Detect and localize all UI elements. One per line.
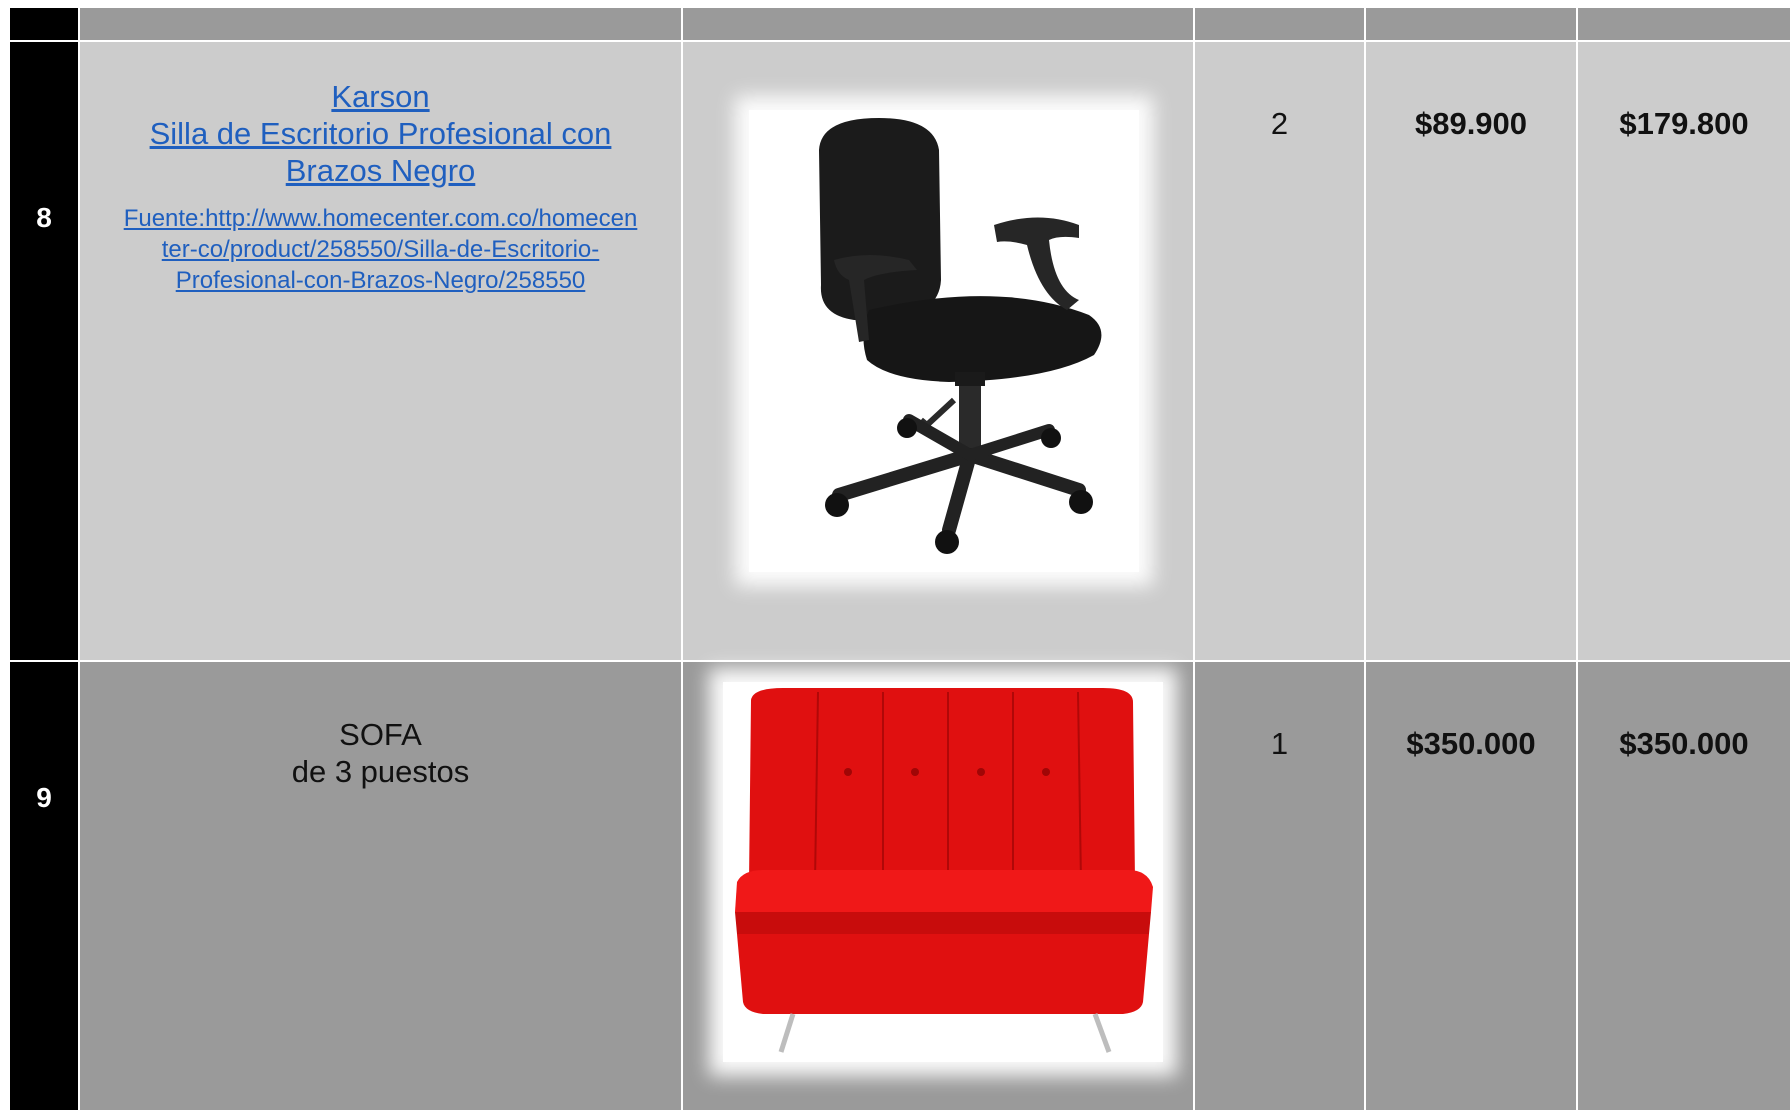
- source-link-line-3[interactable]: Profesional-con-Brazos-Negro/258550: [88, 265, 673, 296]
- sofa-image: [723, 682, 1163, 1062]
- total-value: $179.800: [1619, 106, 1749, 141]
- product-title-link-line-3[interactable]: Brazos Negro: [88, 152, 673, 189]
- description-cell: SOFA de 3 puestos: [80, 662, 681, 1110]
- quantity-value: 1: [1270, 726, 1289, 761]
- image-cell: [683, 42, 1193, 660]
- description-cell: Karson Silla de Escritorio Profesional c…: [80, 42, 681, 660]
- unit-price-cell: $350.000: [1366, 662, 1576, 1110]
- header-image-cell: [683, 8, 1193, 40]
- product-description: SOFA de 3 puestos: [88, 716, 673, 790]
- header-unit-price-cell: [1366, 8, 1576, 40]
- source-link-line-1[interactable]: Fuente:http://www.homecenter.com.co/home…: [88, 203, 673, 234]
- product-title-line-1: SOFA: [339, 717, 422, 752]
- unit-price-value: $350.000: [1406, 726, 1536, 761]
- product-title-link-line-2[interactable]: Silla de Escritorio Profesional con: [88, 115, 673, 152]
- price-table: 8 Karson Silla de Escritorio Profesional…: [10, 8, 1790, 1110]
- quantity-value: 2: [1270, 106, 1289, 141]
- header-number-cell: [10, 8, 78, 40]
- header-total-cell: [1578, 8, 1790, 40]
- sofa-icon: [735, 688, 1153, 1053]
- product-title-line-2: de 3 puestos: [291, 754, 470, 789]
- row-number: 9: [36, 782, 52, 813]
- total-cell: $179.800: [1578, 42, 1790, 660]
- row-number-cell: 9: [10, 662, 78, 1110]
- header-description-cell: [80, 8, 681, 40]
- header-quantity-cell: [1195, 8, 1364, 40]
- quantity-cell: 2: [1195, 42, 1364, 660]
- unit-price-value: $89.900: [1414, 106, 1528, 141]
- source-link-line-2[interactable]: ter-co/product/258550/Silla-de-Escritori…: [88, 234, 673, 265]
- total-value: $350.000: [1619, 726, 1749, 761]
- product-description: Karson Silla de Escritorio Profesional c…: [88, 78, 673, 296]
- row-number: 8: [36, 202, 52, 233]
- unit-price-cell: $89.900: [1366, 42, 1576, 660]
- total-cell: $350.000: [1578, 662, 1790, 1110]
- office-chair-image: [749, 110, 1139, 572]
- office-chair-icon: [819, 118, 1102, 554]
- row-number-cell: 8: [10, 42, 78, 660]
- product-title-link-line-1[interactable]: Karson: [88, 78, 673, 115]
- quantity-cell: 1: [1195, 662, 1364, 1110]
- image-cell: [683, 662, 1193, 1110]
